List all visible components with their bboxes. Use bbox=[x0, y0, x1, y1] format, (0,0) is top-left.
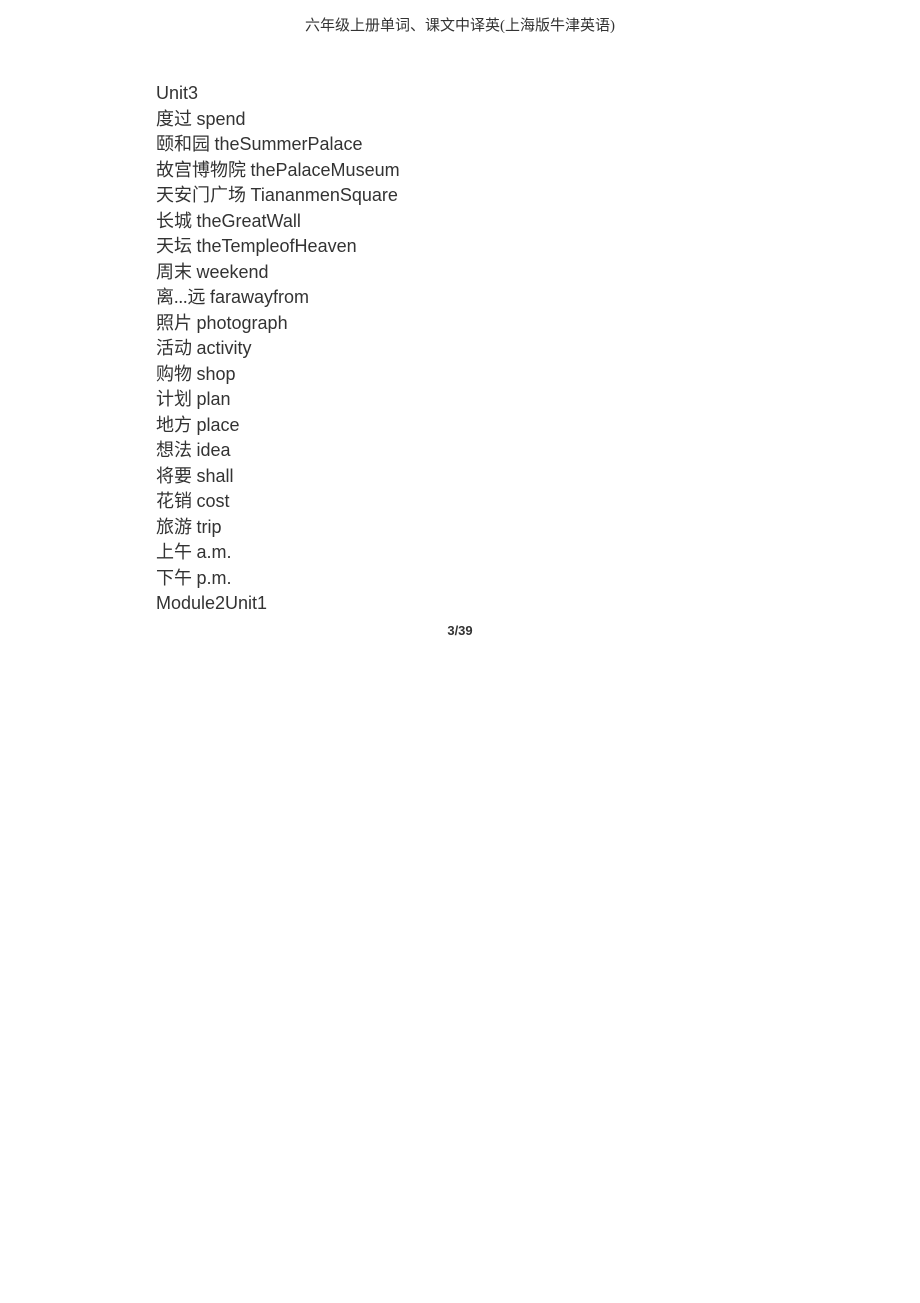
vocab-line: 下午 p.m. bbox=[156, 566, 920, 592]
vocab-en: trip bbox=[197, 517, 222, 537]
vocab-en: weekend bbox=[197, 262, 269, 282]
vocab-en: cost bbox=[197, 491, 230, 511]
vocab-line: 计划 plan bbox=[156, 387, 920, 413]
page-number: 3/39 bbox=[0, 623, 920, 638]
vocab-en: idea bbox=[197, 440, 231, 460]
vocab-line: 长城 theGreatWall bbox=[156, 209, 920, 235]
vocab-cn: 花销 bbox=[156, 491, 197, 511]
vocab-line: 花销 cost bbox=[156, 489, 920, 515]
vocab-cn: 活动 bbox=[156, 338, 197, 358]
vocab-cn: 上午 bbox=[156, 542, 197, 562]
vocab-line: 地方 place bbox=[156, 413, 920, 439]
vocab-cn: 周末 bbox=[156, 262, 197, 282]
vocab-en: theGreatWall bbox=[197, 211, 301, 231]
vocab-cn: 故宫博物院 bbox=[156, 160, 251, 180]
vocab-cn: 购物 bbox=[156, 364, 197, 384]
vocab-en: photograph bbox=[197, 313, 288, 333]
vocab-list: Unit3度过 spend颐和园 theSummerPalace故宫博物院 th… bbox=[156, 81, 920, 617]
vocab-line: 故宫博物院 thePalaceMuseum bbox=[156, 158, 920, 184]
vocab-en: place bbox=[197, 415, 240, 435]
vocab-cn: 颐和园 bbox=[156, 134, 215, 154]
vocab-line: 购物 shop bbox=[156, 362, 920, 388]
vocab-en: activity bbox=[197, 338, 252, 358]
vocab-line: 离...远 farawayfrom bbox=[156, 285, 920, 311]
vocab-cn: 下午 bbox=[156, 568, 197, 588]
vocab-en: p.m. bbox=[197, 568, 232, 588]
vocab-line: 度过 spend bbox=[156, 107, 920, 133]
vocab-line: 天坛 theTempleofHeaven bbox=[156, 234, 920, 260]
vocab-cn: 想法 bbox=[156, 440, 197, 460]
vocab-cn: 长城 bbox=[156, 211, 197, 231]
vocab-cn: 离...远 bbox=[156, 287, 210, 307]
vocab-line: Unit3 bbox=[156, 81, 920, 107]
vocab-en: shop bbox=[197, 364, 236, 384]
vocab-en: Module2Unit1 bbox=[156, 593, 267, 613]
vocab-cn: 地方 bbox=[156, 415, 197, 435]
vocab-line: 上午 a.m. bbox=[156, 540, 920, 566]
vocab-line: 将要 shall bbox=[156, 464, 920, 490]
vocab-line: 活动 activity bbox=[156, 336, 920, 362]
vocab-line: 周末 weekend bbox=[156, 260, 920, 286]
vocab-line: 天安门广场 TiananmenSquare bbox=[156, 183, 920, 209]
vocab-en: thePalaceMuseum bbox=[251, 160, 400, 180]
vocab-en: a.m. bbox=[197, 542, 232, 562]
vocab-cn: 天安门广场 bbox=[156, 185, 251, 205]
vocab-en: farawayfrom bbox=[210, 287, 309, 307]
vocab-en: plan bbox=[197, 389, 231, 409]
vocab-en: Unit3 bbox=[156, 83, 198, 103]
vocab-en: spend bbox=[197, 109, 246, 129]
vocab-cn: 天坛 bbox=[156, 236, 197, 256]
vocab-cn: 照片 bbox=[156, 313, 197, 333]
vocab-line: Module2Unit1 bbox=[156, 591, 920, 617]
vocab-en: theSummerPalace bbox=[215, 134, 363, 154]
vocab-en: theTempleofHeaven bbox=[197, 236, 357, 256]
vocab-cn: 旅游 bbox=[156, 517, 197, 537]
vocab-line: 想法 idea bbox=[156, 438, 920, 464]
vocab-cn: 度过 bbox=[156, 109, 197, 129]
vocab-en: TiananmenSquare bbox=[251, 185, 398, 205]
vocab-line: 颐和园 theSummerPalace bbox=[156, 132, 920, 158]
vocab-cn: 计划 bbox=[156, 389, 197, 409]
vocab-line: 旅游 trip bbox=[156, 515, 920, 541]
document-page: 六年级上册单词、课文中译英(上海版牛津英语) Unit3度过 spend颐和园 … bbox=[0, 0, 920, 638]
vocab-line: 照片 photograph bbox=[156, 311, 920, 337]
page-header: 六年级上册单词、课文中译英(上海版牛津英语) bbox=[0, 0, 920, 35]
vocab-cn: 将要 bbox=[156, 466, 197, 486]
vocab-en: shall bbox=[197, 466, 234, 486]
